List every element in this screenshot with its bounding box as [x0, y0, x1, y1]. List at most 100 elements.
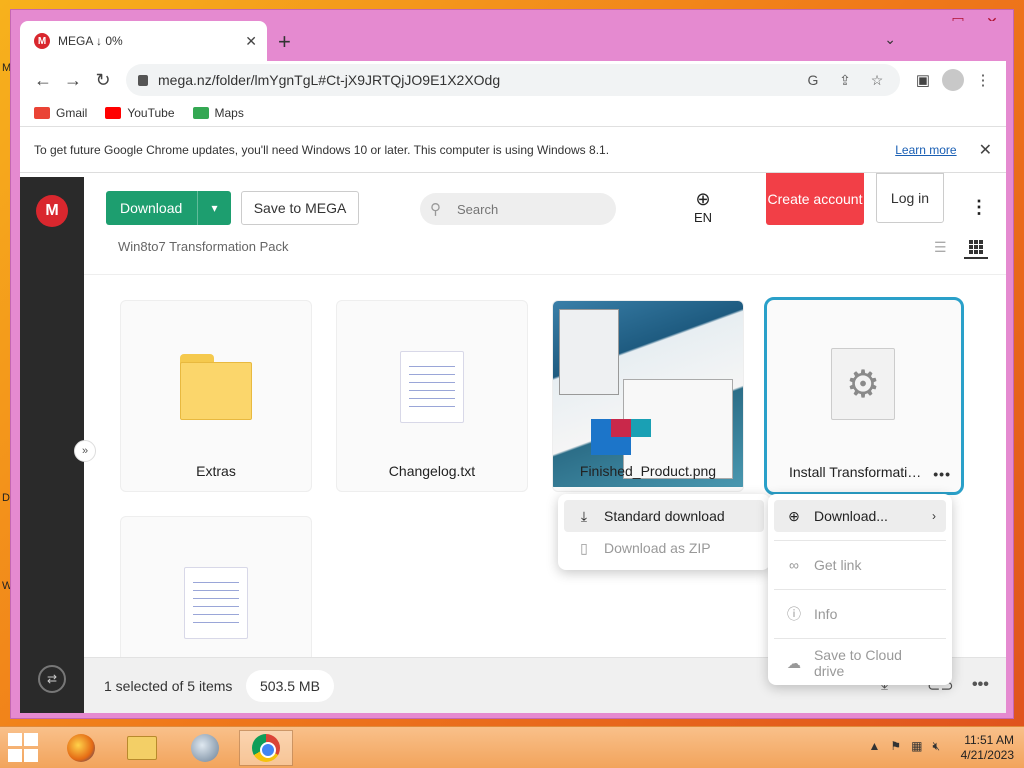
chrome-frame: M MEGA ↓ 0% ✕ + ⌄ ← → ↻ mega.nz/folder/l… [20, 21, 1006, 713]
action-center-flag-icon[interactable]: ⚑ [890, 739, 901, 754]
start-button-icon[interactable] [8, 733, 40, 763]
link-icon: ∞ [789, 557, 799, 573]
reload-icon[interactable]: ↻ [88, 65, 118, 95]
download-icon: ⤓ [580, 507, 588, 524]
image-thumbnail [553, 301, 743, 487]
menu-divider [774, 589, 946, 590]
learn-more-link[interactable]: Learn more [895, 143, 956, 157]
download-menu-item[interactable]: ⊕ Download... › [774, 500, 946, 532]
mega-logo-icon[interactable]: M [36, 195, 68, 227]
save-to-mega-button[interactable]: Save to MEGA [241, 191, 359, 225]
menu-label: Standard download [604, 508, 725, 524]
language-selector[interactable]: ⊕ EN [688, 189, 718, 225]
info-icon: ⓘ [787, 606, 801, 622]
text-file-icon [184, 567, 248, 639]
bookmark-label: YouTube [127, 105, 175, 120]
desktop-icon-fragment: D [2, 492, 10, 504]
url-text[interactable]: mega.nz/folder/lmYgnTgL#Ct-jX9JRTQjJO9E1… [158, 72, 792, 88]
file-explorer-taskbar-icon[interactable] [115, 730, 169, 766]
bookmarks-bar: Gmail YouTube Maps [20, 99, 1006, 127]
tab-close-icon[interactable]: ✕ [245, 33, 257, 50]
file-card-selected[interactable]: ⚙ Install Transformation Pack ••• [764, 297, 964, 495]
firefox-taskbar-icon[interactable] [54, 730, 108, 766]
file-card-text[interactable]: Changelog.txt [336, 300, 528, 492]
create-account-button[interactable]: Create account [766, 173, 864, 225]
more-options-icon[interactable]: ••• [933, 466, 951, 482]
standard-download-item[interactable]: ⤓ Standard download [564, 500, 764, 532]
gear-icon: ⚙ [831, 348, 895, 420]
gmail-icon [34, 106, 50, 119]
side-panel-icon[interactable]: ▣ [908, 65, 938, 95]
infobar-close-icon[interactable]: ✕ [979, 140, 992, 160]
browser-tab[interactable]: M MEGA ↓ 0% ✕ [20, 21, 267, 61]
selection-count: 1 selected of 5 items [104, 678, 233, 694]
infobar-text: To get future Google Chrome updates, you… [34, 142, 610, 157]
selection-size: 503.5 MB [246, 670, 334, 702]
chevron-down-icon[interactable]: ▾ [197, 191, 231, 225]
download-submenu: ⤓ Standard download ▯ Download as ZIP [558, 494, 770, 570]
sync-icon[interactable]: ⇄ [38, 665, 66, 693]
back-icon[interactable]: ← [28, 65, 58, 95]
lock-icon [138, 74, 148, 86]
mega-page: M ⇄ » Download ▾ Save to MEGA ⚲ ⊕ EN Cre [20, 173, 1006, 713]
system-clock[interactable]: 11:51 AM 4/21/2023 [961, 733, 1014, 763]
tab-strip: M MEGA ↓ 0% ✕ + ⌄ [20, 21, 1006, 61]
tray-expand-icon[interactable]: ▲ [868, 739, 880, 754]
cloud-upload-icon: ☁ [786, 654, 801, 671]
forward-icon[interactable]: → [58, 65, 88, 95]
menu-label: Download as ZIP [604, 540, 711, 556]
get-link-menu-item[interactable]: ∞ Get link [774, 549, 946, 581]
update-infobar: To get future Google Chrome updates, you… [20, 127, 1006, 173]
chrome-menu-icon[interactable]: ⋮ [968, 65, 998, 95]
download-zip-item[interactable]: ▯ Download as ZIP [564, 532, 764, 564]
more-options-icon[interactable]: ••• [972, 676, 989, 694]
info-menu-item[interactable]: ⓘ Info [774, 598, 946, 630]
file-card-text[interactable] [120, 516, 312, 666]
mega-favicon-icon: M [34, 33, 50, 49]
search-icon: ⚲ [430, 201, 441, 218]
new-tab-icon[interactable]: + [278, 29, 291, 55]
chrome-taskbar-icon[interactable] [239, 730, 293, 766]
file-card-image[interactable]: Finished_Product.png [552, 300, 744, 492]
download-button-label: Download [120, 200, 183, 216]
download-button[interactable]: Download ▾ [106, 191, 231, 225]
menu-label: Download... [814, 508, 888, 524]
file-name: Finished_Product.png [579, 463, 717, 479]
context-menu: ⊕ Download... › ∞ Get link ⓘ Info ☁ Save… [768, 494, 952, 685]
file-card-folder[interactable]: Extras [120, 300, 312, 492]
search-box[interactable]: ⚲ [420, 193, 616, 225]
more-options-icon[interactable]: ⋮ [970, 197, 988, 218]
menu-label: Get link [814, 557, 862, 573]
folder-icon [180, 354, 254, 420]
browser-toolbar: ← → ↻ mega.nz/folder/lmYgnTgL#Ct-jX9JRTQ… [20, 61, 1006, 99]
address-bar[interactable]: mega.nz/folder/lmYgnTgL#Ct-jX9JRTQjJO9E1… [126, 64, 900, 96]
browser-window: – □ ✕ M MEGA ↓ 0% ✕ + ⌄ ← → ↻ mega.nz/fo… [10, 9, 1014, 719]
search-input[interactable] [457, 201, 577, 217]
network-icon[interactable]: ▦ [911, 739, 922, 754]
google-icon[interactable]: G [802, 69, 824, 91]
bookmark-maps[interactable]: Maps [192, 106, 244, 120]
profile-avatar[interactable] [942, 69, 964, 91]
menu-label: Save to Cloud drive [813, 647, 902, 679]
volume-muted-icon[interactable]: 🔇︎ [932, 739, 940, 754]
save-cloud-menu-item[interactable]: ☁ Save to Cloud drive [774, 647, 946, 679]
share-icon[interactable]: ⇪ [834, 69, 856, 91]
bookmark-gmail[interactable]: Gmail [34, 106, 87, 120]
bookmark-star-icon[interactable]: ☆ [866, 69, 888, 91]
bookmark-youtube[interactable]: YouTube [105, 105, 175, 120]
login-button[interactable]: Log in [876, 173, 944, 223]
breadcrumb[interactable]: Win8to7 Transformation Pack [118, 239, 289, 254]
system-tray: ▲ ⚑ ▦ 🔇︎ [868, 739, 940, 754]
menu-label: Info [814, 606, 838, 622]
youtube-icon [105, 106, 122, 119]
tab-search-chevron-icon[interactable]: ⌄ [884, 31, 896, 48]
thunderbird-taskbar-icon[interactable] [178, 730, 232, 766]
grid-view-icon[interactable] [964, 237, 988, 259]
mega-topbar: Download ▾ Save to MEGA ⚲ ⊕ EN Create ac… [84, 173, 1006, 275]
file-name: Install Transformation Pack [789, 464, 958, 480]
list-view-icon[interactable]: ☰ [934, 239, 947, 256]
clock-time: 11:51 AM [964, 733, 1014, 747]
clock-date: 4/21/2023 [960, 748, 1014, 762]
language-label: EN [693, 210, 713, 225]
expand-sidebar-icon[interactable]: » [74, 440, 96, 462]
